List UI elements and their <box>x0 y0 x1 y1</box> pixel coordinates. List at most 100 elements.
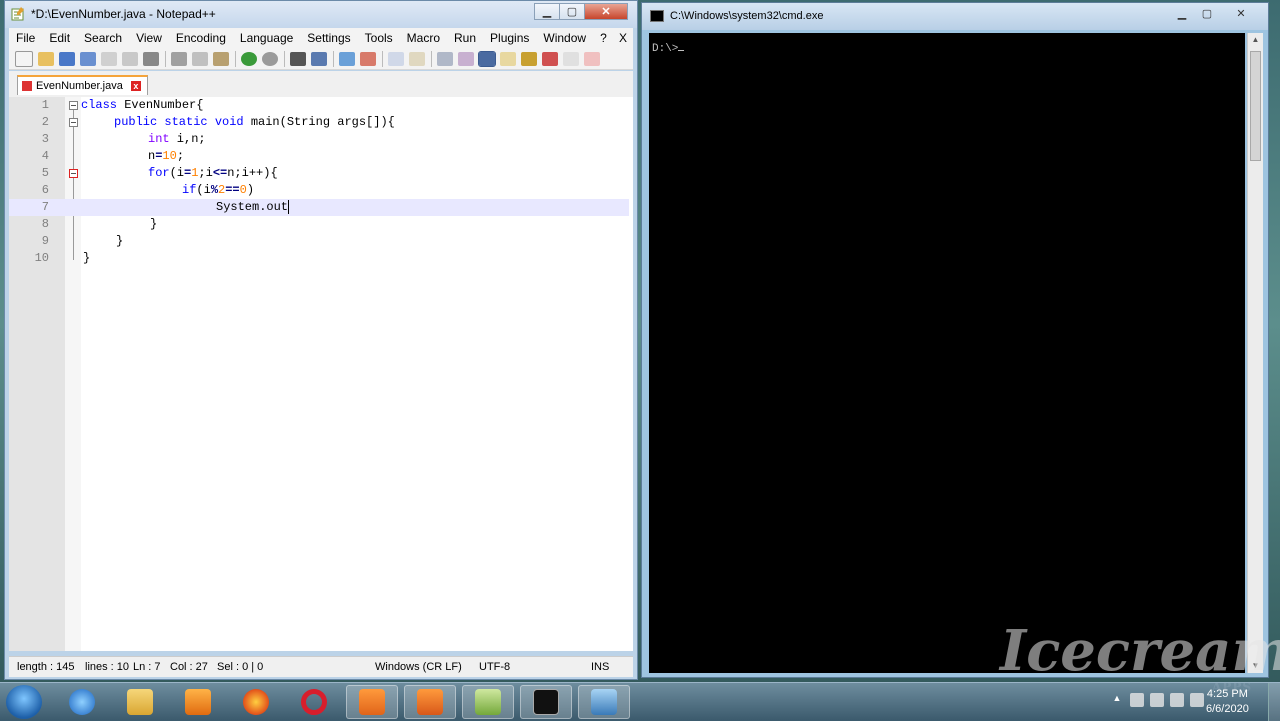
indent-guide-icon[interactable] <box>478 50 496 67</box>
menu-language[interactable]: Language <box>233 31 300 45</box>
menu-tools[interactable]: Tools <box>358 31 400 45</box>
code-line: 5 for(i=1;i<=n;i++){ <box>9 165 629 182</box>
line-number: 9 <box>41 234 49 248</box>
code-text: ; <box>176 149 185 163</box>
taskbar-media-player[interactable] <box>172 685 224 719</box>
taskbar-notepadpp[interactable] <box>462 685 514 719</box>
action-center-icon[interactable] <box>1130 693 1144 707</box>
code-text: ;i <box>198 166 213 180</box>
maximize-button[interactable]: ▢ <box>559 3 585 20</box>
menu-view[interactable]: View <box>129 31 169 45</box>
record-macro-icon[interactable] <box>563 51 579 66</box>
close-button[interactable]: ✕ <box>1219 5 1263 22</box>
menu-encoding[interactable]: Encoding <box>169 31 233 45</box>
start-orb-icon[interactable] <box>6 685 42 719</box>
display-icon[interactable] <box>1150 693 1164 707</box>
scroll-up-icon[interactable]: ▲ <box>1248 33 1263 47</box>
remote-desktop-icon <box>591 689 617 715</box>
menu-window[interactable]: Window <box>536 31 593 45</box>
cmd-titlebar[interactable]: C:\Windows\system32\cmd.exe ▁ ▢ ✕ <box>642 3 1268 30</box>
menu-edit[interactable]: Edit <box>42 31 77 45</box>
volume-muted-icon[interactable] <box>1190 693 1204 707</box>
menu-settings[interactable]: Settings <box>300 31 357 45</box>
redo-icon[interactable] <box>262 51 278 66</box>
maximize-button[interactable]: ▢ <box>1194 5 1220 22</box>
close-all-icon[interactable] <box>122 51 138 66</box>
save-all-icon[interactable] <box>80 51 96 66</box>
open-file-icon[interactable] <box>38 51 54 66</box>
status-col: Col : 27 <box>170 661 208 673</box>
menu-help[interactable]: ? <box>593 31 614 45</box>
line-number: 4 <box>41 149 49 163</box>
menu-macro[interactable]: Macro <box>400 31 447 45</box>
function-list-icon[interactable] <box>542 51 558 66</box>
close-document-button[interactable]: X <box>619 31 627 45</box>
sync-horizontal-icon[interactable] <box>409 51 425 66</box>
close-tab-icon[interactable]: x <box>130 81 141 91</box>
minimize-button[interactable]: ▁ <box>1169 5 1195 22</box>
menu-run[interactable]: Run <box>447 31 483 45</box>
zoom-in-icon[interactable] <box>339 51 355 66</box>
taskbar-icecream-recorder[interactable] <box>346 685 398 719</box>
clock-time: 4:25 PM <box>1206 688 1248 700</box>
line-number: 7 <box>41 200 49 214</box>
notepadpp-titlebar[interactable]: *D:\EvenNumber.java - Notepad++ ▁ ▢ ✕ <box>5 1 637 28</box>
word-wrap-icon[interactable] <box>437 51 453 66</box>
close-file-icon[interactable] <box>101 51 117 66</box>
status-ln: Ln : 7 <box>133 661 161 673</box>
menu-plugins[interactable]: Plugins <box>483 31 536 45</box>
taskbar-firefox[interactable] <box>230 685 282 719</box>
code-line: 2 public static void main(String args[])… <box>9 114 629 131</box>
cmd-window-controls: ▁ ▢ ✕ <box>1170 5 1263 22</box>
operator: == <box>225 183 240 197</box>
document-map-icon[interactable] <box>521 51 537 66</box>
toolbar-separator <box>431 50 432 67</box>
taskbar-cmd[interactable] <box>520 685 572 719</box>
code-line: 1 class EvenNumber{ <box>9 97 629 114</box>
code-text: n;i++){ <box>227 166 278 180</box>
replace-icon[interactable] <box>311 51 327 66</box>
minimize-button[interactable]: ▁ <box>534 3 560 20</box>
taskbar-remote-desktop[interactable] <box>578 685 630 719</box>
menu-search[interactable]: Search <box>77 31 129 45</box>
taskbar-screenshot[interactable] <box>404 685 456 719</box>
close-button[interactable]: ✕ <box>584 3 628 20</box>
code-editor[interactable]: 1 class EvenNumber{ 2 public static void… <box>9 97 633 651</box>
stop-recording-icon[interactable] <box>584 51 600 66</box>
cut-icon[interactable] <box>171 51 187 66</box>
clock[interactable]: 4:25 PM 6/6/2020 <box>1206 687 1249 717</box>
toolbar-separator <box>165 50 166 67</box>
taskbar-internet-explorer[interactable] <box>56 685 108 719</box>
new-file-icon[interactable] <box>15 50 33 67</box>
save-icon[interactable] <box>59 51 75 66</box>
show-desktop-button[interactable] <box>1268 683 1280 721</box>
undo-icon[interactable] <box>241 51 257 66</box>
zoom-out-icon[interactable] <box>360 51 376 66</box>
copy-icon[interactable] <box>192 51 208 66</box>
toolbar-separator <box>382 50 383 67</box>
find-icon[interactable] <box>290 51 306 66</box>
taskbar-opera[interactable] <box>288 685 340 719</box>
opera-icon <box>301 689 327 715</box>
scrollbar-thumb[interactable] <box>1250 51 1261 161</box>
menu-file[interactable]: File <box>9 31 42 45</box>
show-hidden-icons-icon[interactable]: ▲ <box>1110 693 1124 707</box>
network-icon[interactable] <box>1170 693 1184 707</box>
menu-bar: File Edit Search View Encoding Language … <box>9 28 633 48</box>
line-number: 6 <box>41 183 49 197</box>
paste-icon[interactable] <box>213 51 229 66</box>
sync-vertical-icon[interactable] <box>388 51 404 66</box>
user-language-icon[interactable] <box>500 51 516 66</box>
print-icon[interactable] <box>143 51 159 66</box>
screenshot-icon <box>417 689 443 715</box>
status-bar: length : 145 lines : 10 Ln : 7 Col : 27 … <box>9 656 633 677</box>
media-player-icon <box>185 689 211 715</box>
vertical-scrollbar[interactable]: ▲ ▼ <box>1247 33 1263 673</box>
show-all-characters-icon[interactable] <box>458 51 474 66</box>
taskbar-file-explorer[interactable] <box>114 685 166 719</box>
tab-evennumber-java[interactable]: EvenNumber.java x <box>17 75 148 95</box>
code-text: i,n; <box>169 132 206 146</box>
scroll-down-icon[interactable]: ▼ <box>1248 659 1263 673</box>
console-output[interactable]: D:\> <box>649 33 1245 673</box>
code-text: EvenNumber{ <box>117 98 204 112</box>
